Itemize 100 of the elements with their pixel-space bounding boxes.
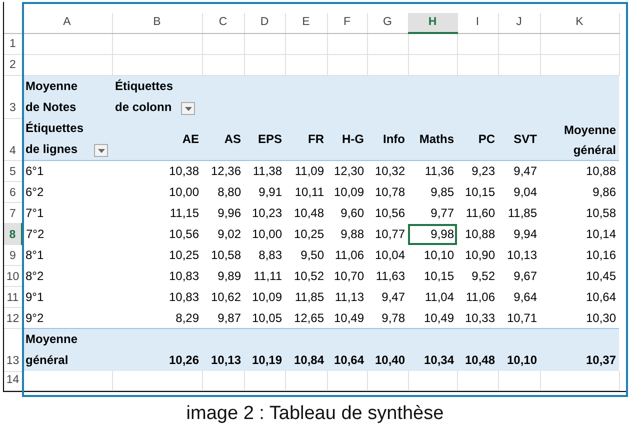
row-label: 9°1 (22, 286, 112, 308)
table-cell-text: 10,83 (168, 268, 200, 285)
column-heading: SVT (498, 118, 540, 160)
column-header[interactable]: D (244, 13, 285, 33)
row-label: 6°2 (22, 182, 112, 202)
row-label: 7°2 (22, 224, 112, 244)
table-cell: 10,33 (457, 308, 498, 328)
row-header[interactable]: 14 (4, 371, 22, 390)
table-cell: 12,36 (202, 160, 244, 182)
table-cell-text: 10,45 (584, 268, 617, 285)
total-cell: 10,64 (327, 328, 367, 371)
table-cell: 10,49 (408, 308, 457, 328)
row-header[interactable]: 3 (4, 75, 22, 118)
row-header[interactable]: 11 (4, 286, 22, 308)
dropdown-button[interactable] (94, 144, 108, 157)
table-cell: 8,29 (112, 308, 202, 328)
column-header[interactable]: J (498, 13, 540, 33)
row-header[interactable]: 1 (4, 33, 22, 54)
column-header[interactable]: H (408, 13, 457, 33)
row-header[interactable]: 12 (4, 308, 22, 328)
total-cell: 10,34 (408, 328, 457, 371)
table-cell-text: 11,85 (294, 289, 325, 306)
table-cell: 9,87 (202, 308, 244, 328)
table-cell: 10,05 (244, 308, 285, 328)
column-header[interactable]: I (457, 13, 498, 33)
table-cell-text: 9,67 (512, 268, 538, 285)
table-cell: 12,30 (327, 160, 367, 182)
row-label: 6°1 (22, 160, 112, 182)
column-header[interactable]: E (285, 13, 327, 33)
pivot-label: Étiquettes de lignes (26, 120, 85, 158)
row-header[interactable]: 8 (4, 224, 22, 244)
table-cell: 12,65 (285, 308, 327, 328)
table-cell-text: 9,50 (300, 247, 325, 264)
pivot-label: Étiquettes de colonn (115, 78, 174, 116)
row-header[interactable]: 4 (4, 118, 22, 160)
table-cell-text: 10,00 (168, 184, 200, 201)
table-cell-text: 11,11 (252, 268, 283, 285)
table-cell-text: 10,25 (168, 247, 200, 264)
total-cell: 10,10 (498, 328, 540, 371)
column-heading: PC (457, 118, 498, 160)
table-cell-text: 8,80 (216, 184, 242, 201)
column-heading: EPS (244, 118, 285, 160)
table-cell: 10,49 (327, 308, 367, 328)
row-header[interactable]: 6 (4, 182, 22, 202)
table-cell-text: 10,15 (422, 268, 455, 285)
table-cell: 9,78 (367, 308, 408, 328)
table-cell-text: 11,63 (374, 268, 406, 285)
table-cell: 10,88 (457, 224, 498, 244)
column-heading: Maths (408, 118, 457, 160)
row-header[interactable]: 13 (4, 328, 22, 371)
column-heading: H-G (327, 118, 367, 160)
total-cell: 10,84 (285, 328, 327, 371)
table-cell: 10,30 (540, 308, 619, 328)
total-label: Moyenne général (22, 328, 112, 371)
table-cell: 10,90 (457, 244, 498, 266)
column-header[interactable]: F (327, 13, 367, 33)
table-cell-text: 10,58 (584, 205, 617, 222)
column-header[interactable]: C (202, 13, 244, 33)
table-cell-text: 9,60 (340, 205, 365, 222)
table-cell-text: 9,89 (216, 268, 242, 285)
table-cell-text: 9,91 (258, 184, 283, 201)
row-label: 7°1 (22, 202, 112, 224)
table-cell: 10,77 (367, 224, 408, 244)
table-cell-text: 10,83 (168, 289, 200, 306)
table-cell-text: 10,64 (584, 289, 617, 306)
table-cell-text: 9,77 (430, 205, 455, 222)
table-cell: 10,32 (367, 160, 408, 182)
column-header[interactable]: B (112, 13, 202, 33)
table-cell: 11,09 (285, 160, 327, 182)
row-header[interactable]: 2 (4, 54, 22, 75)
table-cell-text: 9,88 (340, 226, 365, 243)
table-cell-text: 10,52 (292, 268, 325, 285)
table-cell-text: 9,94 (512, 226, 538, 243)
total-cell: 10,40 (367, 328, 408, 371)
total-cell: 10,48 (457, 328, 498, 371)
table-cell-text: 10,70 (332, 268, 365, 285)
table-cell: 9,47 (498, 160, 540, 182)
table-cell-text: 9,47 (380, 289, 406, 306)
table-cell-text: 9,52 (470, 268, 496, 285)
row-label: 8°1 (22, 244, 112, 266)
column-heading: Info (367, 118, 408, 160)
table-cell-text: 10,23 (250, 205, 283, 222)
row-header[interactable]: 5 (4, 160, 22, 182)
column-header[interactable]: G (367, 13, 408, 33)
total-cell: 10,13 (202, 328, 244, 371)
table-cell-text: 11,13 (334, 289, 365, 306)
table-cell-text: 10,58 (210, 247, 242, 264)
table-cell: 10,38 (112, 160, 202, 182)
dropdown-button[interactable] (181, 102, 195, 115)
table-cell-text: 10,56 (374, 205, 406, 222)
table-cell-text: 11,04 (424, 289, 455, 306)
column-header[interactable]: K (540, 13, 619, 33)
row-header[interactable]: 9 (4, 244, 22, 266)
table-cell: 10,04 (367, 244, 408, 266)
table-cell-text: 8,83 (258, 247, 283, 264)
table-cell-text: 9,02 (216, 226, 242, 243)
column-header[interactable]: A (22, 13, 112, 33)
table-cell-text: 11,15 (168, 205, 200, 222)
table-cell-text: 11,06 (464, 289, 496, 306)
row-header[interactable]: 10 (4, 266, 22, 286)
